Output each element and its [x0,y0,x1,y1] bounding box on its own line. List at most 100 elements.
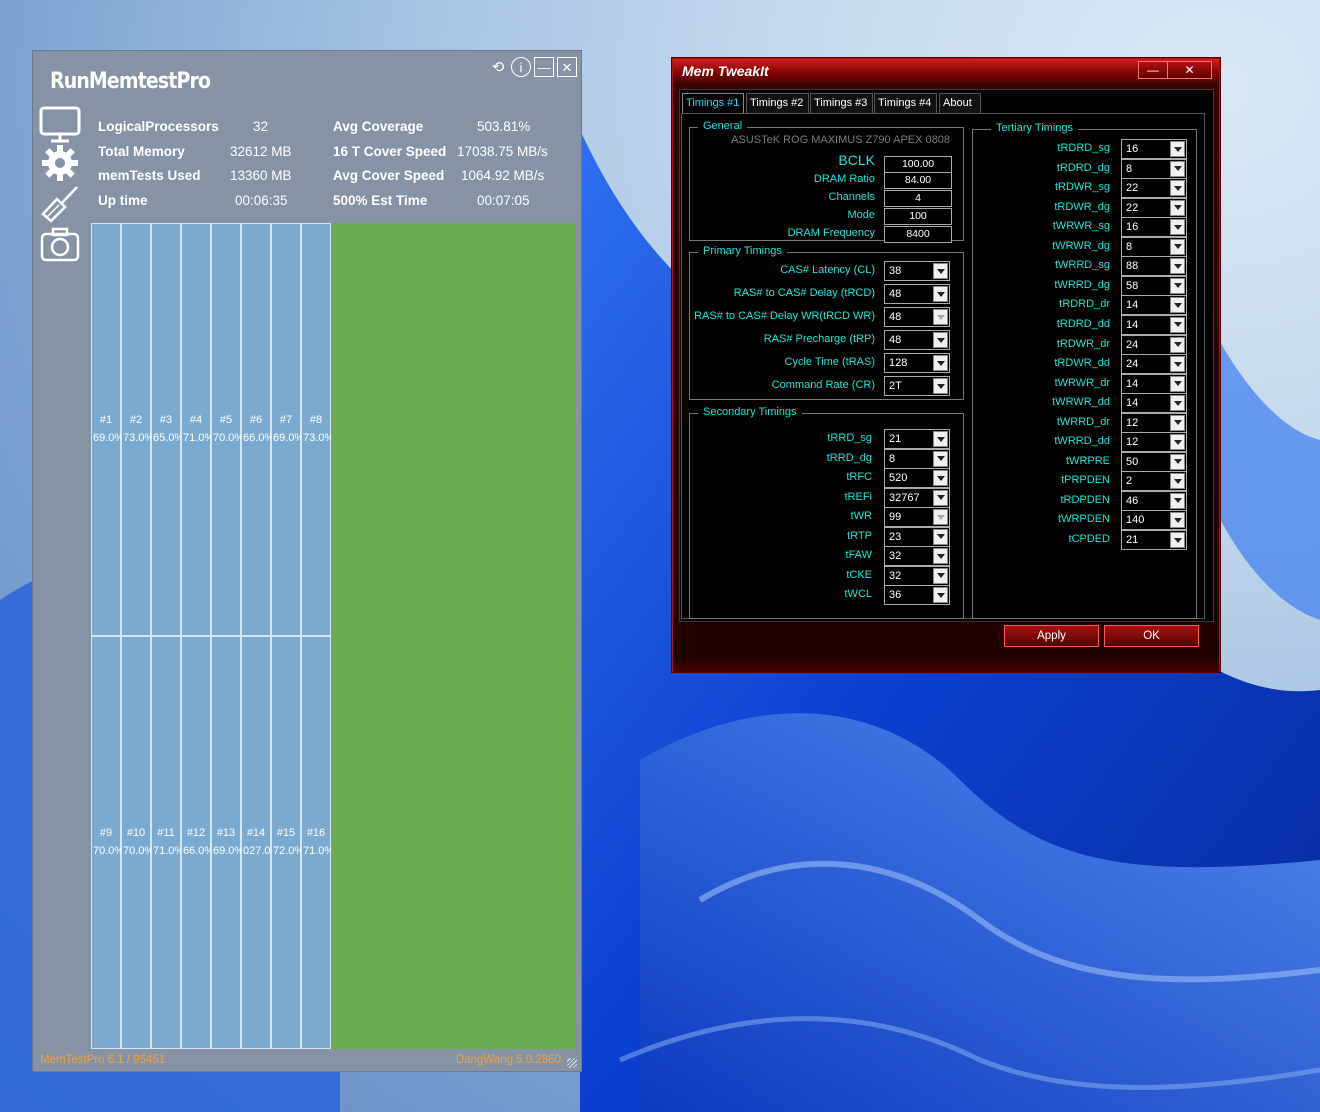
secondary-select[interactable]: 32767 [884,487,950,508]
tertiary-select-value: 8 [1126,240,1133,253]
stat-label-cover-speed: 16 T Cover Speed [333,144,447,159]
tertiary-select[interactable]: 8 [1121,158,1187,179]
tertiary-select[interactable]: 12 [1121,412,1187,433]
tertiary-select[interactable]: 16 [1121,217,1187,238]
tertiary-select[interactable]: 140 [1121,510,1187,531]
chevron-down-icon [1170,453,1185,470]
tertiary-select[interactable]: 14 [1121,373,1187,394]
tertiary-select[interactable]: 50 [1121,451,1187,472]
chevron-down-icon [933,567,948,584]
chevron-down-icon [1170,492,1185,509]
tab-timings-2[interactable]: Timings #2 [746,93,809,113]
title-bar[interactable]: Mem TweakIt — ✕ [673,59,1219,83]
secondary-select[interactable]: 21 [884,429,950,449]
apply-button[interactable]: Apply [1004,625,1099,647]
secondary-select[interactable]: 32 [884,565,950,586]
tertiary-select[interactable]: 14 [1121,314,1187,335]
thread-number: #15 [276,827,296,839]
monitor-icon[interactable] [39,106,81,146]
chevron-down-icon [1170,238,1185,255]
thread-cell: #14 027.0 [241,636,271,1049]
secondary-select[interactable]: 23 [884,526,950,547]
tertiary-select[interactable]: 21 [1121,530,1187,550]
stat-value-memtests-used: 13360 MB [230,168,292,183]
secondary-select[interactable]: 520 [884,468,950,488]
thread-number: #6 [249,414,263,426]
tertiary-label: tRDRD_dg [1056,161,1110,174]
tertiary-select[interactable]: 14 [1121,393,1187,414]
thread-number: #14 [246,827,266,839]
tab-timings-4[interactable]: Timings #4 [874,93,937,113]
tertiary-select[interactable]: 22 [1121,197,1187,218]
ok-button[interactable]: OK [1104,625,1199,647]
secondary-select-value: 8 [889,452,896,465]
secondary-group: Secondary Timings tRRD_sg 21 tRRD_dg 8 tRFC 5… [689,406,964,619]
info-icon[interactable]: i [511,57,531,77]
chevron-down-icon [1170,160,1185,177]
thread-cell: #4 71.0% [181,223,211,636]
tertiary-select[interactable]: 88 [1121,256,1187,277]
primary-select[interactable]: 38 [884,261,950,281]
tertiary-select-value: 58 [1126,279,1139,292]
secondary-select-value: 520 [889,472,908,484]
stat-value-up-time: 00:06:35 [235,193,288,208]
tertiary-select-value: 22 [1126,201,1139,214]
minimize-button[interactable]: — [1138,61,1168,79]
general-group: General ASUSTeK ROG MAXIMUS Z790 APEX 08… [689,120,964,243]
tertiary-label: tRDWR_dd [1054,357,1110,370]
gear-icon[interactable] [39,143,81,183]
chevron-down-icon [933,548,948,564]
chevron-down-icon [933,489,948,506]
chevron-down-icon [1170,414,1185,431]
tertiary-select[interactable]: 8 [1121,236,1187,257]
thread-cell: #1 69.0% [91,223,121,636]
thread-progress: 66.0% [183,845,211,857]
secondary-label: tFAW [845,549,872,561]
tertiary-select[interactable]: 12 [1121,432,1187,453]
secondary-select[interactable]: 8 [884,448,950,469]
primary-select[interactable]: 128 [884,353,950,373]
thread-number: #2 [129,414,143,426]
minimize-button[interactable]: — [534,57,554,77]
primary-label: RAS# to CAS# Delay WR(tRCD WR) [694,310,875,322]
primary-select[interactable]: 48 [884,284,950,304]
resize-grip[interactable] [567,1058,577,1068]
close-button[interactable]: ✕ [1167,61,1212,79]
broom-icon[interactable] [39,184,81,224]
secondary-select[interactable]: 36 [884,585,950,605]
secondary-select[interactable]: 32 [884,546,950,566]
thread-cell: #6 66.0% [241,223,271,636]
primary-select[interactable]: 48 [884,330,950,350]
tertiary-select[interactable]: 58 [1121,275,1187,296]
tab-timings-3[interactable]: Timings #3 [810,93,873,113]
stat-label-avg-cover-speed: Avg Cover Speed [333,168,445,183]
tertiary-select-value: 12 [1126,436,1139,449]
tertiary-select[interactable]: 2 [1121,471,1187,492]
general-label: DRAM Frequency [787,227,875,239]
tab-timings-1[interactable]: Timings #1 [682,93,744,113]
thread-progress: 69.0% [273,432,301,444]
thread-cell: #5 70.0% [211,223,241,636]
tertiary-select[interactable]: 14 [1121,295,1187,316]
stat-value-cover-speed: 17038.75 MB/s [457,144,548,159]
tab-about[interactable]: About [939,93,981,113]
tertiary-select[interactable]: 24 [1121,354,1187,375]
chevron-down-icon [1170,395,1185,412]
thread-progress: 69.0% [93,432,121,444]
general-label: BCLK [838,152,875,168]
tertiary-label: tCPDED [1068,533,1110,545]
tertiary-label: tRDPDEN [1060,493,1110,506]
tertiary-select[interactable]: 22 [1121,178,1187,199]
primary-select[interactable]: 2T [884,376,950,396]
secondary-select-value: 32767 [889,491,920,504]
close-button[interactable]: ✕ [557,57,577,77]
tertiary-legend: Tertiary Timings [991,122,1079,134]
stat-label-up-time: Up time [98,193,148,208]
history-icon[interactable]: ⟲ [488,57,508,77]
tertiary-select[interactable]: 16 [1121,139,1187,159]
primary-select[interactable]: 48 [884,307,950,327]
tertiary-select[interactable]: 46 [1121,490,1187,511]
camera-icon[interactable] [39,225,81,265]
tertiary-select[interactable]: 24 [1121,334,1187,355]
secondary-select[interactable]: 99 [884,507,950,527]
